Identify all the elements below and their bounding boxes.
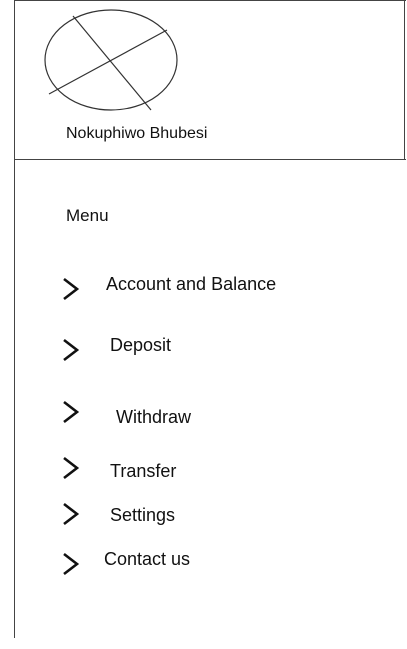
header-divider	[14, 159, 406, 160]
chevron-right-icon	[62, 502, 80, 526]
menu-item-label: Deposit	[110, 335, 172, 355]
bottom-margin	[0, 638, 407, 649]
chevron-right-icon	[62, 400, 80, 424]
menu-item-withdraw[interactable]: Withdraw	[62, 400, 262, 436]
menu-item-transfer[interactable]: Transfer	[62, 456, 262, 492]
menu-item-label: Transfer	[110, 461, 177, 481]
menu-item-label: Settings	[110, 505, 176, 525]
menu-item-deposit[interactable]: Deposit	[62, 334, 262, 370]
menu-item-label: Contact us	[104, 549, 191, 569]
chevron-right-icon	[62, 277, 80, 301]
placeholder-image-icon	[44, 9, 178, 111]
menu-item-label: Withdraw	[116, 407, 192, 427]
menu-item-settings[interactable]: Settings	[62, 502, 262, 538]
menu-item-account-and-balance[interactable]: Account and Balance	[62, 273, 322, 309]
menu-item-label: Account and Balance	[106, 274, 277, 294]
user-name: Nokuphiwo Bhubesi	[66, 125, 208, 142]
chevron-right-icon	[62, 552, 80, 576]
menu-item-contact-us[interactable]: Contact us	[62, 548, 262, 584]
menu-title: Menu	[66, 206, 109, 225]
avatar[interactable]	[43, 8, 179, 112]
chevron-right-icon	[62, 338, 80, 362]
chevron-right-icon	[62, 456, 80, 480]
